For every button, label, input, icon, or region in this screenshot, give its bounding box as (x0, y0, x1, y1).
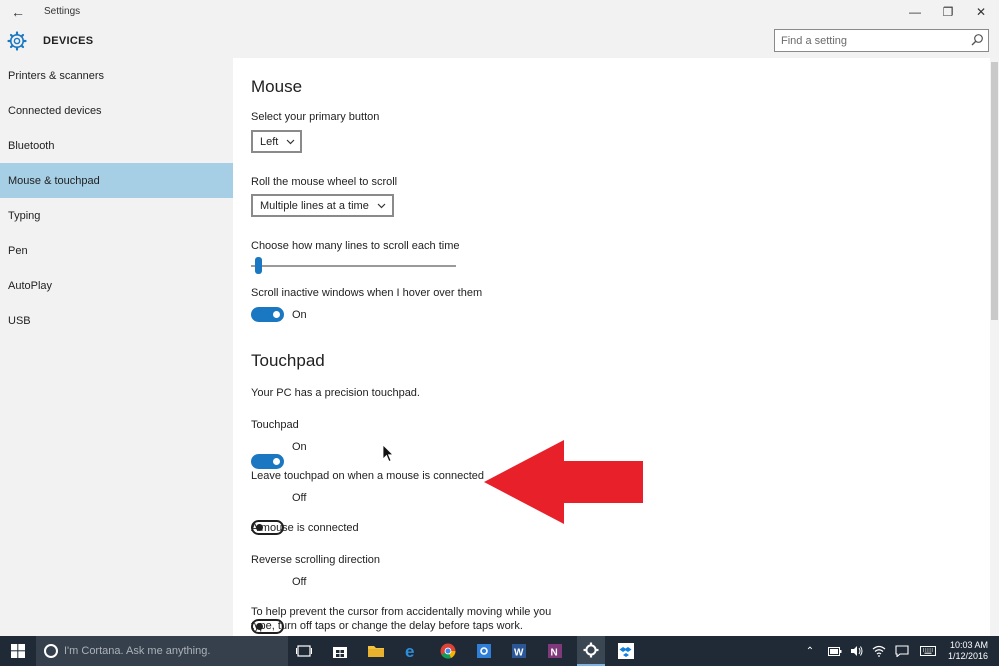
clock-time: 10:03 AM (949, 640, 989, 650)
inactive-scroll-label: Scroll inactive windows when I hover ove… (251, 287, 483, 299)
svg-text:e: e (405, 643, 414, 659)
sidebar-item-connected-devices[interactable]: Connected devices (0, 93, 233, 128)
vertical-scrollbar[interactable] (990, 58, 999, 636)
volume-icon[interactable] (848, 636, 866, 666)
chrome-icon[interactable] (434, 636, 462, 666)
sidebar-item-autoplay[interactable]: AutoPlay (0, 268, 233, 303)
windows-logo-icon (11, 644, 25, 658)
sidebar-item-label: Connected devices (8, 104, 102, 117)
cortana-icon (44, 644, 58, 658)
app-title: Settings (44, 6, 81, 17)
cortana-search-box[interactable]: I'm Cortana. Ask me anything. (36, 636, 288, 666)
leave-on-label: Leave touchpad on when a mouse is connec… (251, 470, 484, 482)
battery-icon[interactable] (826, 636, 844, 666)
search-box[interactable] (774, 29, 989, 52)
inactive-scroll-state: On (292, 309, 307, 321)
gear-icon (7, 31, 27, 51)
touchpad-toggle[interactable] (251, 454, 284, 469)
wheel-scroll-value: Multiple lines at a time (260, 199, 369, 212)
sidebar-item-label: Bluetooth (8, 139, 55, 152)
slider-track (251, 265, 456, 267)
cortana-placeholder: I'm Cortana. Ask me anything. (64, 645, 211, 657)
svg-text:W: W (514, 648, 524, 659)
touchpad-state: On (292, 441, 307, 453)
sidebar-item-bluetooth[interactable]: Bluetooth (0, 128, 233, 163)
tap-help-text-line1: To help prevent the cursor from accident… (251, 606, 552, 618)
sidebar-item-mouse-touchpad[interactable]: Mouse & touchpad (0, 163, 233, 198)
file-explorer-icon[interactable] (362, 636, 390, 666)
reverse-scroll-label: Reverse scrolling direction (251, 554, 380, 566)
lines-scroll-label: Choose how many lines to scroll each tim… (251, 240, 460, 252)
back-button[interactable]: ← (8, 3, 28, 21)
close-button[interactable]: ✕ (970, 2, 992, 22)
leave-on-state: Off (292, 492, 307, 504)
settings-header: DEVICES (0, 24, 999, 58)
wheel-scroll-label: Roll the mouse wheel to scroll (251, 176, 398, 188)
red-arrow-annotation (484, 440, 643, 524)
primary-button-label: Select your primary button (251, 111, 380, 123)
title-bar: ← Settings — ❐ ✕ (0, 0, 999, 24)
chevron-down-icon (286, 139, 295, 145)
search-input[interactable] (781, 33, 961, 48)
sidebar-item-label: USB (8, 314, 31, 327)
primary-button-dropdown[interactable]: Left (251, 130, 302, 153)
sidebar-item-label: AutoPlay (8, 279, 53, 292)
sidebar-item-label: Typing (8, 209, 41, 222)
sidebar-item-label: Mouse & touchpad (8, 174, 100, 187)
svg-text:N: N (551, 648, 558, 659)
sidebar-item-label: Pen (8, 244, 28, 257)
inactive-scroll-toggle[interactable] (251, 307, 284, 322)
store-icon[interactable] (326, 636, 354, 666)
main-content: Mouse Select your primary button Left Ro… (233, 58, 999, 636)
tap-help-text-line2: type, turn off taps or change the delay … (251, 620, 523, 632)
touchpad-section-title: Touchpad (251, 351, 325, 370)
settings-taskbar-icon[interactable] (577, 636, 605, 666)
sidebar: Printers & scanners Connected devices Bl… (0, 58, 233, 636)
clock-date: 1/12/2016 (947, 651, 989, 661)
taskbar: I'm Cortana. Ask me anything. e W N ⌃ 10… (0, 636, 999, 666)
touchpad-label: Touchpad (251, 419, 299, 431)
minimize-button[interactable]: — (904, 2, 926, 22)
task-view-icon[interactable] (290, 636, 318, 666)
mouse-connected-text: A mouse is connected (251, 522, 359, 534)
clock[interactable]: 10:03 AM 1/12/2016 (942, 636, 994, 666)
wheel-scroll-dropdown[interactable]: Multiple lines at a time (251, 194, 394, 217)
mouse-section-title: Mouse (251, 77, 303, 96)
maximize-button[interactable]: ❐ (937, 2, 959, 22)
onenote-icon[interactable]: N (541, 636, 569, 666)
wifi-icon[interactable] (870, 636, 888, 666)
lines-scroll-slider[interactable] (251, 256, 456, 276)
precision-touchpad-text: Your PC has a precision touchpad. (251, 387, 420, 399)
page-title: DEVICES (43, 35, 94, 47)
scrollbar-thumb[interactable] (991, 62, 998, 320)
outlook-icon[interactable] (470, 636, 498, 666)
mouse-cursor-icon (382, 444, 394, 463)
sidebar-item-pen[interactable]: Pen (0, 233, 233, 268)
slider-thumb[interactable] (255, 257, 262, 274)
sidebar-item-printers[interactable]: Printers & scanners (0, 58, 233, 93)
edge-browser-icon[interactable]: e (398, 636, 426, 666)
dropbox-icon[interactable] (612, 636, 640, 666)
start-button[interactable] (0, 636, 36, 666)
primary-button-value: Left (260, 135, 279, 148)
word-icon[interactable]: W (505, 636, 533, 666)
chevron-down-icon (377, 203, 386, 209)
sidebar-item-usb[interactable]: USB (0, 303, 233, 338)
reverse-scroll-state: Off (292, 576, 307, 588)
sidebar-item-label: Printers & scanners (8, 69, 104, 82)
sidebar-item-typing[interactable]: Typing (0, 198, 233, 233)
chevron-up-icon[interactable]: ⌃ (803, 636, 817, 666)
keyboard-icon[interactable] (917, 636, 939, 666)
search-icon[interactable] (970, 33, 984, 47)
action-center-icon[interactable] (893, 636, 911, 666)
